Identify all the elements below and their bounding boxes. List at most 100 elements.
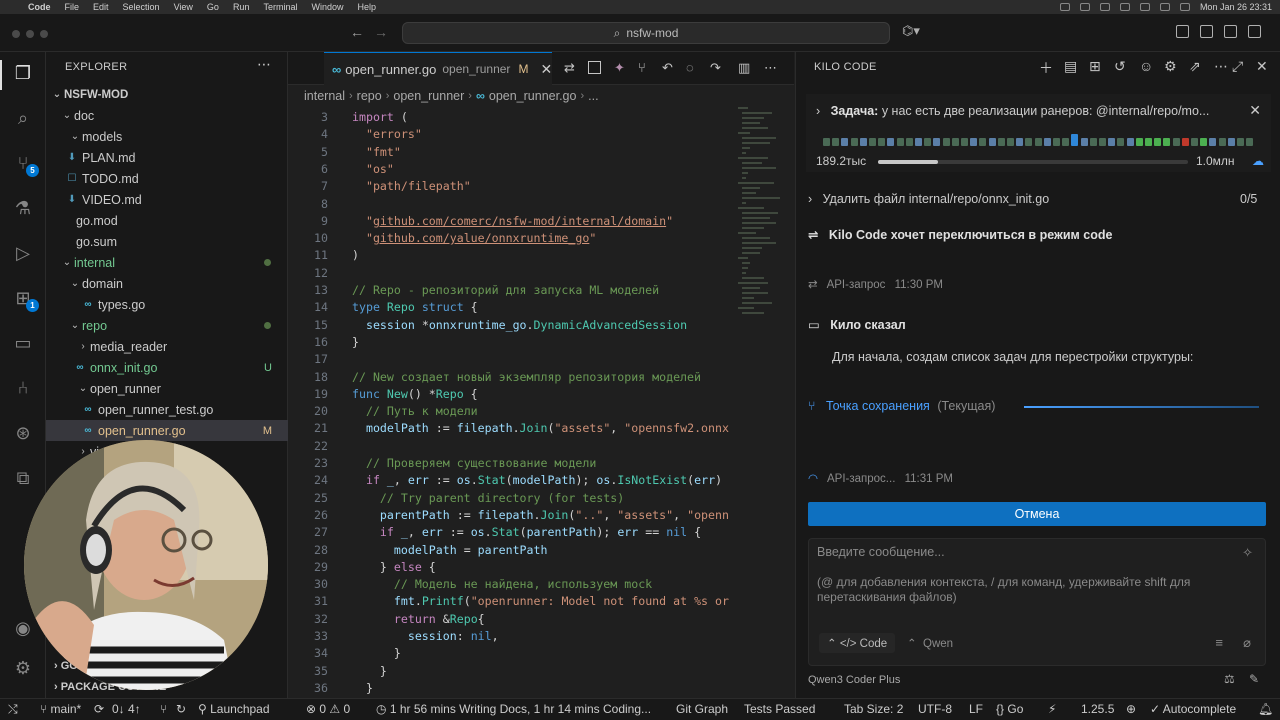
cloud-upload-icon[interactable]: ☁ [1252,154,1264,168]
arrow-right-icon[interactable]: → [374,24,388,40]
chevron-right-icon[interactable]: › [816,104,827,118]
code-line[interactable]: ) [352,247,359,264]
refresh-icon[interactable]: ↻ [176,702,186,716]
mode-selector[interactable]: ⌃ </> Code [819,633,896,653]
explorer-icon[interactable]: ❐ [12,62,34,84]
code-line[interactable]: // Repo - репозиторий для запуска ML мод… [352,282,659,299]
code-line[interactable]: return &Repo{ [352,611,485,628]
code-line[interactable]: session: nil, [352,628,499,645]
git-graph-item[interactable]: Git Graph [676,702,728,716]
minimize-window-icon[interactable] [26,30,34,38]
close-window-icon[interactable] [12,30,20,38]
code-line[interactable]: } [352,334,359,351]
menu-run[interactable]: Run [233,2,250,12]
tree-item-video-md[interactable]: ⬇ VIDEO.md [46,189,288,210]
enhance-prompt-icon[interactable]: ✧ [1242,545,1253,561]
code-line[interactable]: // Try parent directory (for tests) [352,490,624,507]
code-line[interactable]: // Модель не найдена, используем mock [352,576,652,593]
plus-icon[interactable]: ＋ [1039,58,1053,78]
code-line[interactable]: modelPath := filepath.Join("assets", "op… [352,420,729,437]
scale-icon[interactable]: ⚖ [1224,672,1235,686]
branch-item[interactable]: ⑂ main* [40,702,81,716]
code-line[interactable]: "github.com/comerc/nsfw-mod/internal/dom… [352,213,673,230]
close-icon[interactable]: ✕ [540,61,552,78]
breadcrumb-item[interactable]: repo [357,89,382,103]
launchpad-item[interactable]: ⚲ Launchpad [198,702,270,716]
kilo-code-icon[interactable]: ⊛ [12,422,34,444]
language-item[interactable]: {} Go [996,702,1023,716]
tree-item-types-go[interactable]: ∞ types.go [46,294,288,315]
tests-item[interactable]: Tests Passed [744,702,815,716]
expand-icon[interactable]: ⤢ [1232,58,1243,75]
split-editor-icon[interactable]: ▥ [738,60,750,76]
code-line[interactable]: } [352,663,387,680]
branch-compare-icon[interactable]: ⑂ [160,702,167,716]
menu-go[interactable]: Go [207,2,219,12]
tree-item-internal[interactable]: ⌄ internal [46,252,288,273]
history-icon[interactable]: ↺ [1114,58,1126,75]
menu-selection[interactable]: Selection [123,2,160,12]
tree-item-models[interactable]: ⌄ models [46,126,288,147]
api-request-1[interactable]: ⇄ API-запрос 11:30 PM [808,277,943,291]
menu-help[interactable]: Help [357,2,376,12]
copilot-icon[interactable]: ⌬▾ [902,23,920,39]
search-icon[interactable]: ⌕ [12,107,34,129]
tree-item-domain[interactable]: ⌄ domain [46,273,288,294]
tab-open-runner-go[interactable]: ∞ open_runner.go open_runner M ✕ [324,52,552,85]
toggle-sidebar-icon[interactable] [1200,25,1213,38]
tray-icon[interactable] [1079,3,1090,11]
layout-icon[interactable] [1176,25,1189,38]
mcp-icon[interactable]: ⊞ [1089,58,1101,75]
code-line[interactable]: session *onnxruntime_go.DynamicAdvancedS… [352,317,687,334]
code-line[interactable]: } [352,645,401,662]
problems-item[interactable]: ⊗ 0 ⚠ 0 [306,702,350,716]
code-line[interactable]: } [352,680,373,697]
api-request-2[interactable]: ◠ API-запрос... 11:31 PM [808,471,953,485]
tree-item-go-sum[interactable]: go.sum [46,231,288,252]
remote-explorer-icon[interactable]: ▭ [12,332,34,354]
checkpoint[interactable]: ⑂ Точка сохранения (Текущая) [808,399,995,413]
containers-icon[interactable]: ⧉ [12,467,34,489]
timeline-icon[interactable]: ◌ [686,60,694,75]
eol-item[interactable]: LF [969,702,983,716]
code-line[interactable]: "fmt" [352,144,401,161]
tree-item-todo-md[interactable]: ☐ TODO.md [46,168,288,189]
run-debug-icon[interactable]: ▷ [12,242,34,264]
code-line[interactable]: modelPath = parentPath [352,542,548,559]
code-line[interactable]: "path/filepath" [352,178,471,195]
code-line[interactable]: } else { [352,559,436,576]
tree-item-repo[interactable]: ⌄ repo [46,315,288,336]
more-actions-icon[interactable]: ⋯ [257,56,271,73]
tray-icon[interactable] [1059,3,1070,11]
menu-window[interactable]: Window [311,2,343,12]
more-actions-icon[interactable]: ⋯ [764,60,777,76]
tree-root[interactable]: ⌄ NSFW-MOD [46,84,288,105]
wifi-icon[interactable] [1159,3,1170,11]
sync-icon[interactable]: ⟳ [94,702,104,716]
menu-edit[interactable]: Edit [93,2,109,12]
tree-item-media-reader[interactable]: › media_reader [46,336,288,357]
toggle-panel-icon[interactable] [1224,25,1237,38]
source-control-icon[interactable]: ⑂ 5 [12,152,39,177]
todo-item[interactable]: › Удалить файл internal/repo/onnx_init.g… [808,192,1049,206]
code-line[interactable]: "github.com/yalue/onnxruntime_go" [352,230,596,247]
go-forward-icon[interactable]: ↷ [710,60,721,76]
zoom-window-icon[interactable] [40,30,48,38]
go-version-item[interactable]: 1.25.5 [1081,702,1114,716]
menubar-clock[interactable]: Mon Jan 26 23:31 [1200,2,1272,12]
profile-selector[interactable]: ⌃ Qwen [899,633,961,653]
code-line[interactable]: // Проверяем существование модели [352,455,596,472]
close-icon[interactable]: ✕ [1249,102,1261,119]
chat-input[interactable]: Введите сообщение... ✧ (@ для добавления… [808,538,1266,666]
tray-icon[interactable] [1099,3,1110,11]
extensions-icon[interactable]: ⊞ 1 [12,287,39,312]
tree-item-open-runner-go[interactable]: ∞ open_runner.go M [46,420,288,441]
cancel-button[interactable]: Отмена [808,502,1266,526]
breadcrumb-item[interactable]: internal [304,89,345,103]
encoding-item[interactable]: UTF-8 [918,702,952,716]
notifications-icon[interactable]: 🔔︎ [1258,702,1273,716]
code-line[interactable]: "errors" [352,126,422,143]
control-center-icon[interactable] [1179,3,1190,11]
preview-icon[interactable] [588,61,601,74]
code-line[interactable]: parentPath := filepath.Join("..", "asset… [352,507,729,524]
